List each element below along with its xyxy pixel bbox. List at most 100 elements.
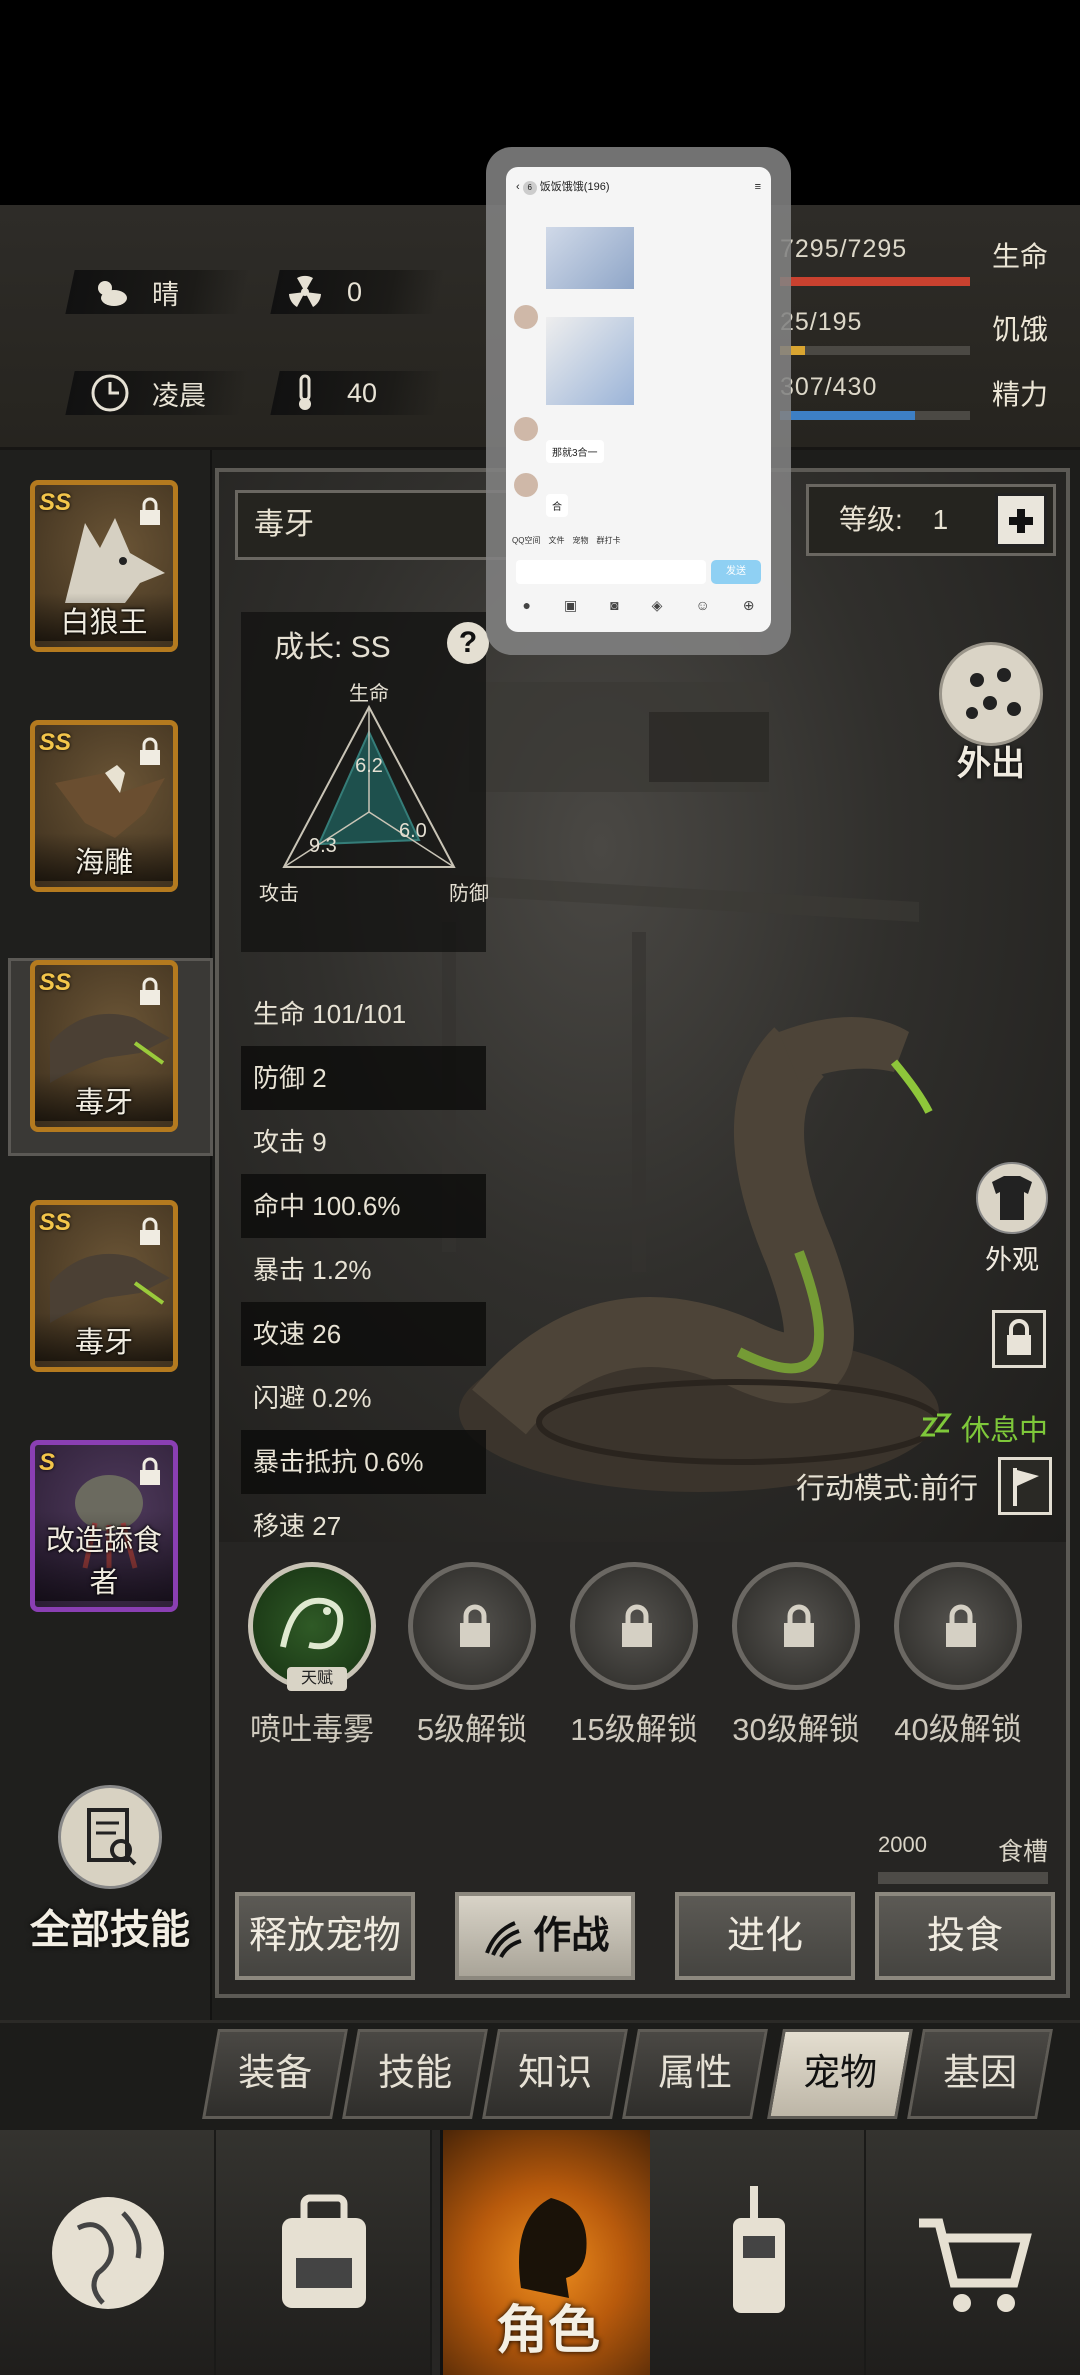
- growth-label: 成长: SS: [274, 631, 391, 664]
- nav-backpack[interactable]: [216, 2130, 432, 2375]
- pet-name: 海雕: [35, 833, 173, 881]
- energy-label: 精力: [991, 379, 1048, 410]
- pet-list[interactable]: SS 白狼王 SS 海雕 SS 毒牙 SS 毒牙 S 改造舔食者 全部技能: [0, 450, 213, 2020]
- tab-equipment[interactable]: 装备: [202, 2029, 348, 2119]
- tab-label: 属性: [658, 2052, 733, 2093]
- health-fill: [780, 277, 970, 286]
- shopping-cart-icon: [919, 2218, 1032, 2312]
- lock-icon: [140, 497, 160, 525]
- skill-slot-locked-1[interactable]: 5级解锁: [397, 1562, 547, 1749]
- lock-icon: [946, 1604, 976, 1647]
- stat-value: 101/101: [312, 999, 407, 1029]
- app-shortcut[interactable]: 群打卡: [596, 535, 620, 546]
- pet-card-modified-licker[interactable]: S 改造舔食者: [30, 1440, 178, 1612]
- menu-icon[interactable]: ≡: [755, 167, 761, 207]
- tab-knowledge[interactable]: 知识: [482, 2029, 628, 2119]
- stat-label: 命中: [253, 1191, 306, 1221]
- nav-shop[interactable]: [866, 2130, 1080, 2375]
- lock-icon: [140, 977, 160, 1005]
- level-up-button[interactable]: [995, 493, 1047, 547]
- flag-button[interactable]: [998, 1457, 1052, 1515]
- floating-window[interactable]: ‹ 6 饭饭饿饿(196) ≡ 那就3合一 合 QQ空间 文件 宠物 群打卡 发…: [486, 147, 791, 655]
- resting-status: 休息中: [919, 1407, 1048, 1449]
- evolve-button[interactable]: 进化: [675, 1892, 855, 1980]
- pet-rank: SS: [39, 729, 72, 756]
- globe-icon: [52, 2197, 164, 2309]
- chat-input[interactable]: [516, 560, 706, 584]
- lock-icon: [1007, 1319, 1031, 1355]
- stat-label: 生命: [253, 999, 306, 1029]
- chat-bubble: 那就3合一: [546, 440, 604, 463]
- skill-book-icon: [58, 1785, 162, 1889]
- nav-character-label: 角色: [495, 2302, 600, 2360]
- nav-radio[interactable]: [650, 2130, 866, 2375]
- level-display: 等级: 1: [806, 484, 1056, 556]
- energy-fill: [780, 411, 915, 420]
- mic-icon[interactable]: ●: [523, 597, 531, 614]
- pet-card-white-wolf-king[interactable]: SS 白狼王: [30, 480, 178, 652]
- image-icon[interactable]: ▣: [564, 597, 577, 614]
- pet-name: 毒牙: [35, 1313, 173, 1361]
- avatar[interactable]: [514, 305, 538, 329]
- skill-caption: 30级解锁: [732, 1712, 860, 1747]
- help-button[interactable]: ?: [447, 622, 489, 664]
- app-shortcut[interactable]: QQ空间: [512, 535, 540, 546]
- outing-button[interactable]: 外出: [936, 642, 1046, 785]
- chat-toolbar: ● ▣ ◙ ◈ ☺ ⊕: [506, 597, 771, 614]
- chat-preview[interactable]: ‹ 6 饭饭饿饿(196) ≡ 那就3合一 合 QQ空间 文件 宠物 群打卡 发…: [506, 167, 771, 632]
- tab-attributes[interactable]: 属性: [622, 2029, 768, 2119]
- pet-name-field[interactable]: 毒牙: [235, 490, 525, 560]
- resting-text: 休息中: [960, 1415, 1048, 1447]
- emoji-icon[interactable]: ☺: [695, 597, 709, 614]
- feed-button[interactable]: 投食: [875, 1892, 1055, 1980]
- gift-icon[interactable]: ◈: [652, 597, 663, 614]
- skill-slot-locked-4[interactable]: 40级解锁: [883, 1562, 1033, 1749]
- nav-character[interactable]: 角色: [440, 2130, 656, 2375]
- pet-card-venom-fang-selected[interactable]: SS 毒牙: [30, 960, 178, 1132]
- locked-skill-orb: [732, 1562, 860, 1690]
- sleep-zz-icon: [919, 1413, 952, 1437]
- radar-label-defense: 防御: [449, 882, 489, 905]
- skill-slot-locked-2[interactable]: 15级解锁: [559, 1562, 709, 1749]
- camera-icon[interactable]: ◙: [610, 597, 618, 614]
- stat-row-accuracy: 命中 100.6%: [241, 1174, 486, 1238]
- release-pet-button[interactable]: 释放宠物: [235, 1892, 415, 1980]
- tab-genes[interactable]: 基因: [907, 2029, 1053, 2119]
- back-icon[interactable]: ‹: [516, 181, 520, 193]
- avatar[interactable]: [514, 417, 538, 441]
- lock-pet-button[interactable]: [992, 1310, 1046, 1368]
- fight-button[interactable]: 作战: [455, 1892, 635, 1980]
- food-label: 食槽: [997, 1838, 1048, 1866]
- food-value: 2000: [878, 1832, 927, 1857]
- chat-image-2[interactable]: [546, 317, 634, 405]
- skill-slot-locked-3[interactable]: 30级解锁: [721, 1562, 871, 1749]
- action-mode-row[interactable]: 行动模式:前行: [796, 1457, 1052, 1515]
- stat-label: 攻击: [253, 1127, 306, 1157]
- nav-world-map[interactable]: [0, 2130, 216, 2375]
- stat-row-crit: 暴击 1.2%: [241, 1238, 486, 1302]
- send-button[interactable]: 发送: [711, 560, 761, 584]
- lock-icon: [622, 1604, 652, 1647]
- pet-card-sea-eagle[interactable]: SS 海雕: [30, 720, 178, 892]
- claw-icon: [484, 1921, 522, 1958]
- plus-icon[interactable]: ⊕: [743, 597, 755, 614]
- locked-skill-orb: [894, 1562, 1022, 1690]
- skill-slot-talent[interactable]: 天赋 喷吐毒雾: [237, 1562, 387, 1749]
- pet-card-venom-fang[interactable]: SS 毒牙: [30, 1200, 178, 1372]
- weather-text: 晴: [152, 279, 179, 310]
- app-shortcut[interactable]: 文件: [548, 535, 564, 546]
- stat-row-crit-resist: 暴击抵抗 0.6%: [241, 1430, 486, 1494]
- radar-chart: 生命 攻击 防御 6.2 9.3 6.0: [259, 682, 489, 905]
- appearance-button[interactable]: 外观: [972, 1162, 1052, 1277]
- tab-skills[interactable]: 技能: [342, 2029, 488, 2119]
- stat-row-dodge: 闪避 0.2%: [241, 1366, 486, 1430]
- all-skills-button[interactable]: 全部技能: [20, 1785, 200, 1995]
- clock-icon: [91, 374, 129, 412]
- avatar[interactable]: [514, 473, 538, 497]
- stat-value: 100.6%: [312, 1191, 401, 1221]
- tab-pets[interactable]: 宠物: [767, 2029, 913, 2119]
- chat-image-1[interactable]: [546, 227, 634, 289]
- chat-bubble: 合: [546, 494, 568, 517]
- weather: 晴: [90, 272, 179, 312]
- app-shortcut[interactable]: 宠物: [572, 535, 588, 546]
